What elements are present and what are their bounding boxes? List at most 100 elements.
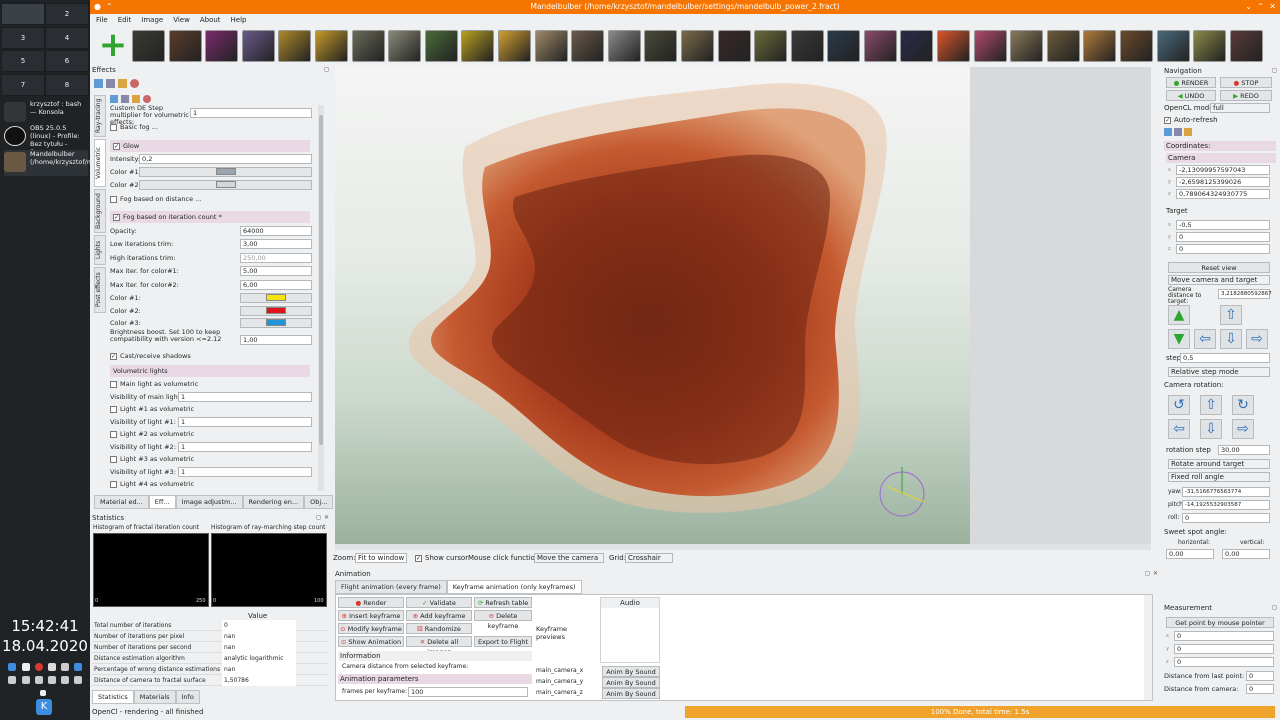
light2-vol-group[interactable]: Light #2 as volumetric: [110, 428, 194, 440]
light4-vol-group[interactable]: Light #4 as volumetric: [110, 478, 194, 490]
rotate-right-icon[interactable]: ⇨: [1232, 419, 1254, 439]
move-left-icon[interactable]: ⇦: [1194, 329, 1216, 349]
roll-right-icon[interactable]: ↻: [1232, 395, 1254, 415]
preset-thumbnail[interactable]: [132, 30, 165, 62]
show-animation-button[interactable]: ⊙ Show Animation: [338, 636, 404, 647]
menu-image[interactable]: Image: [141, 14, 163, 27]
effects-scrollbar[interactable]: [318, 105, 324, 491]
vis3-field[interactable]: 1: [178, 467, 312, 477]
step-mode-select[interactable]: Relative step mode: [1168, 367, 1270, 377]
keyboard-icon[interactable]: [8, 676, 16, 684]
virtual-desktop-8[interactable]: 8: [45, 74, 89, 96]
preset-thumbnail[interactable]: [1083, 30, 1117, 62]
record-icon[interactable]: [35, 663, 43, 671]
virtual-desktop-5[interactable]: 5: [1, 50, 45, 72]
camera-z-field[interactable]: 0,789064324930775: [1176, 189, 1270, 199]
tab-rendering-engine[interactable]: Rendering en...: [242, 495, 305, 509]
main-light-vol-checkbox[interactable]: [110, 380, 117, 388]
tab-keyframe-animation[interactable]: Keyframe animation (only keyframes): [446, 580, 582, 594]
reset-icon[interactable]: [130, 79, 139, 88]
sweet-horizontal-spinbox[interactable]: 0,00: [1166, 549, 1214, 559]
render-viewport[interactable]: [335, 67, 970, 544]
virtual-desktop-2[interactable]: 2: [45, 3, 89, 25]
move-right-icon[interactable]: ⇨: [1246, 329, 1268, 349]
max-iter2-spinbox[interactable]: 6,00: [240, 280, 312, 290]
fog-iteration-checkbox[interactable]: ✓: [113, 213, 120, 221]
auto-refresh-checkbox[interactable]: ✓: [1164, 116, 1171, 124]
roll-left-icon[interactable]: ↺: [1168, 395, 1190, 415]
export-to-flight-button[interactable]: Export to Flight: [474, 636, 532, 647]
save-icon[interactable]: [121, 95, 129, 103]
insert-keyframe-button[interactable]: ⊕ Insert keyframe: [338, 610, 404, 621]
preset-thumbnail[interactable]: [1229, 30, 1263, 62]
get-point-button[interactable]: Get point by mouse pointer: [1166, 617, 1274, 628]
light2-vol-checkbox[interactable]: [110, 430, 117, 438]
open-icon[interactable]: [1184, 128, 1192, 136]
basic-fog-group[interactable]: Basic fog ...: [110, 121, 158, 133]
preset-thumbnail[interactable]: [497, 30, 531, 62]
anim-by-sound-y[interactable]: Anim By Sound: [602, 677, 660, 688]
open-icon[interactable]: [118, 79, 127, 88]
reset-icon[interactable]: [143, 95, 151, 103]
preset-thumbnail[interactable]: [1120, 30, 1154, 62]
render-button[interactable]: ● RENDER: [1166, 77, 1216, 88]
high-trim-spinbox[interactable]: 250,00: [240, 253, 312, 263]
scrollbar-thumb[interactable]: [319, 115, 323, 445]
battery-icon[interactable]: [48, 676, 56, 684]
scissors-icon[interactable]: [61, 663, 69, 671]
roll-mode-select[interactable]: Fixed roll angle: [1168, 472, 1270, 482]
redo-button[interactable]: ▶ REDO: [1220, 90, 1272, 101]
light1-vol-group[interactable]: Light #1 as volumetric: [110, 403, 194, 415]
brightness-spinbox[interactable]: 1,00: [240, 335, 312, 345]
param-row-z[interactable]: main_camera_z: [536, 689, 583, 696]
display-icon[interactable]: [61, 676, 69, 684]
preset-thumbnail[interactable]: [205, 30, 239, 62]
preset-thumbnail[interactable]: [973, 30, 1007, 62]
preset-thumbnail[interactable]: [1010, 30, 1044, 62]
minimize-icon[interactable]: ⌄: [1245, 2, 1252, 12]
tab-effects[interactable]: Eff...: [148, 495, 176, 509]
randomize-button[interactable]: ⚄ Randomize: [406, 623, 472, 634]
dock-float-icon[interactable]: ◻: [316, 514, 321, 521]
expand-tray-icon[interactable]: [40, 690, 46, 696]
tab-statistics[interactable]: Statistics: [92, 690, 134, 704]
step-field[interactable]: 0,5: [1180, 353, 1270, 363]
bluetooth-icon[interactable]: [8, 663, 16, 671]
preset-thumbnail[interactable]: [241, 30, 275, 62]
add-preset-button[interactable]: +: [98, 28, 128, 62]
add-keyframe-button[interactable]: ⊕ Add keyframe: [406, 610, 472, 621]
move-forward-icon[interactable]: ▲: [1168, 305, 1190, 325]
sweet-vertical-spinbox[interactable]: 0,00: [1222, 549, 1270, 559]
preset-thumbnail[interactable]: [351, 30, 385, 62]
param-row-x[interactable]: main_camera_x: [536, 667, 583, 674]
param-row-y[interactable]: main_camera_y: [536, 678, 583, 685]
intensity-field[interactable]: 0,2: [139, 154, 312, 164]
dist-last-field[interactable]: 0: [1246, 671, 1274, 681]
frames-spinbox[interactable]: 100: [408, 687, 528, 697]
yaw-field[interactable]: -31,5166776563774: [1182, 487, 1270, 497]
rotation-step-field[interactable]: 30,00: [1218, 445, 1270, 455]
open-icon[interactable]: [132, 95, 140, 103]
pin-icon[interactable]: ⌃: [106, 2, 113, 12]
rotate-up-icon[interactable]: ⇧: [1200, 395, 1222, 415]
dock-close-icon[interactable]: ◻: [1272, 67, 1277, 74]
camera-y-field[interactable]: -2,6598125399026: [1176, 177, 1270, 187]
virtual-desktop-4[interactable]: 4: [45, 27, 89, 49]
tab-materials[interactable]: Materials: [133, 690, 176, 704]
virtual-desktop-1[interactable]: [1, 3, 45, 25]
camera-x-field[interactable]: -2,13099957597043: [1176, 165, 1270, 175]
vis-main-field[interactable]: 1: [178, 392, 312, 402]
opencl-select[interactable]: full: [1210, 103, 1270, 113]
auto-refresh-group[interactable]: ✓ Auto-refresh: [1164, 116, 1218, 124]
delete-all-images-button[interactable]: ✕ Delete all images: [406, 636, 472, 656]
light4-vol-checkbox[interactable]: [110, 480, 117, 488]
validate-button[interactable]: ✓ Validate: [406, 597, 472, 608]
network-icon[interactable]: [35, 676, 43, 684]
preset-thumbnail[interactable]: [644, 30, 678, 62]
task-mandelbulber[interactable]: Mandelbulber (/home/krzysztof/mandelbulb…: [4, 150, 144, 176]
rotate-mode-select[interactable]: Rotate around target: [1168, 459, 1270, 469]
preset-thumbnail[interactable]: [571, 30, 605, 62]
target-y-field[interactable]: 0: [1176, 232, 1270, 242]
tab-objects[interactable]: Obj...: [304, 495, 334, 509]
preset-thumbnail[interactable]: [461, 30, 495, 62]
